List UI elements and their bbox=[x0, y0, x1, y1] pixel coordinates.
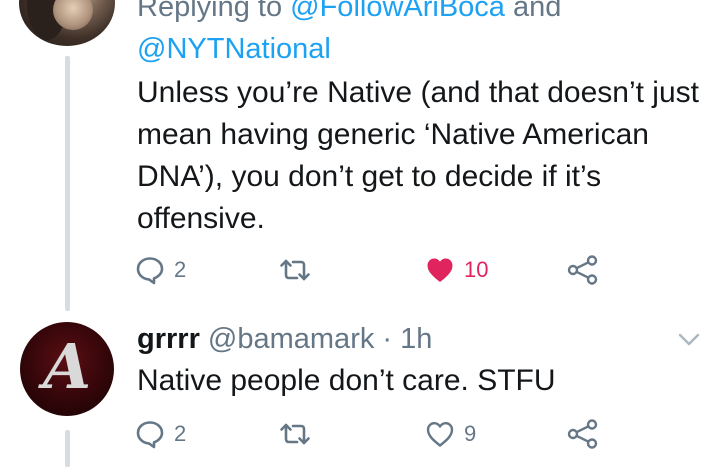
like-count: 9 bbox=[464, 421, 477, 446]
tweet-actions: 2 9 bbox=[135, 417, 615, 451]
reply-button[interactable]: 2 bbox=[135, 417, 186, 451]
mention-link[interactable]: @NYTNational bbox=[137, 33, 331, 65]
share-button[interactable] bbox=[567, 253, 599, 287]
heart-icon bbox=[427, 258, 453, 282]
separator: · bbox=[374, 323, 401, 355]
mention-link[interactable]: @FollowAriBoca bbox=[290, 0, 505, 23]
thread-line-continuation bbox=[65, 430, 70, 467]
reply-context: Replying to @FollowAriBoca and @NYTNatio… bbox=[137, 0, 697, 70]
speech-bubble-icon bbox=[136, 421, 164, 449]
tweet-actions: 2 10 bbox=[135, 253, 615, 287]
reply-button[interactable]: 2 bbox=[135, 253, 186, 287]
reply-count: 2 bbox=[174, 257, 187, 282]
chevron-down-icon[interactable] bbox=[678, 332, 700, 348]
reply-count: 2 bbox=[174, 421, 187, 446]
tweet-text: Unless you’re Native (and that doesn’t j… bbox=[137, 76, 699, 235]
retweet-button[interactable] bbox=[279, 417, 311, 451]
tweet-text: Native people don’t care. STFU bbox=[137, 364, 556, 397]
reply-prefix: Replying to bbox=[137, 0, 291, 23]
share-button[interactable] bbox=[567, 417, 599, 451]
retweet-button[interactable] bbox=[279, 253, 311, 287]
like-button[interactable]: 10 bbox=[425, 253, 488, 287]
thread-line bbox=[65, 56, 70, 311]
like-count: 10 bbox=[464, 257, 489, 282]
reply-and: and bbox=[504, 0, 562, 23]
share-icon bbox=[567, 419, 598, 449]
like-button[interactable]: 9 bbox=[425, 417, 476, 451]
heart-icon bbox=[426, 422, 454, 447]
avatar[interactable] bbox=[19, 0, 115, 46]
speech-bubble-icon bbox=[136, 257, 164, 285]
user-handle[interactable]: @bamamark bbox=[208, 323, 374, 355]
retweet-icon bbox=[280, 423, 310, 445]
retweet-icon bbox=[280, 259, 310, 281]
avatar-letter: A bbox=[42, 330, 92, 403]
user-line: grrrr @bamamark · 1h bbox=[137, 318, 432, 360]
display-name[interactable]: grrrr bbox=[137, 323, 200, 355]
share-icon bbox=[567, 255, 598, 285]
avatar[interactable]: A bbox=[20, 322, 114, 416]
timestamp[interactable]: 1h bbox=[400, 323, 432, 355]
